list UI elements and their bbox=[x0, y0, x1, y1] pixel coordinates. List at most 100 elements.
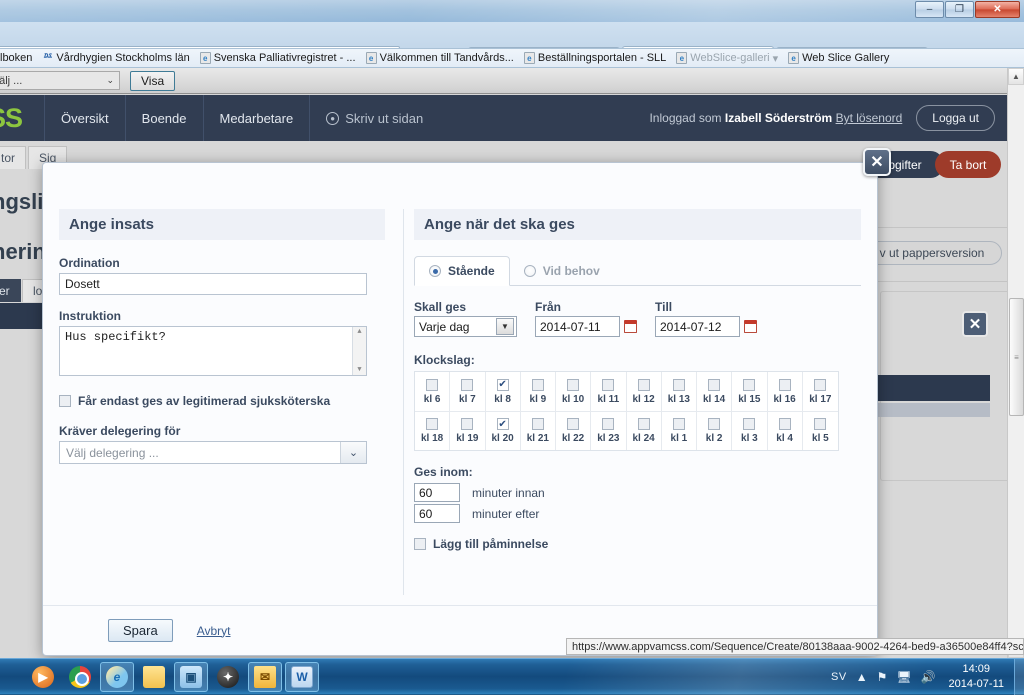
till-date-input[interactable] bbox=[655, 316, 740, 337]
klockslag-cell[interactable]: kl 18 bbox=[415, 411, 450, 450]
klockslag-checkbox[interactable] bbox=[779, 418, 791, 430]
minutes-before-input[interactable] bbox=[414, 483, 460, 502]
klockslag-checkbox[interactable] bbox=[673, 418, 685, 430]
klockslag-checkbox[interactable] bbox=[461, 418, 473, 430]
bg-tab-1[interactable]: tor bbox=[0, 146, 26, 169]
bg-close-icon[interactable]: ✕ bbox=[962, 311, 988, 337]
taskbar-compass-button[interactable]: ✦ bbox=[211, 662, 245, 692]
print-page-link[interactable]: ● Skriv ut sidan bbox=[309, 95, 439, 141]
scrollbar-thumb[interactable]: ≡ bbox=[1009, 298, 1024, 416]
klockslag-cell[interactable]: kl 4 bbox=[768, 411, 803, 450]
favorite-item[interactable]: 𝄉 Vårdhygien Stockholms län bbox=[37, 52, 194, 64]
klockslag-checkbox[interactable] bbox=[743, 379, 755, 391]
klockslag-cell[interactable]: kl 3 bbox=[732, 411, 767, 450]
delegering-select[interactable]: Välj delegering ... ⌄ bbox=[59, 441, 367, 464]
klockslag-cell[interactable]: kl 22 bbox=[556, 411, 591, 450]
klockslag-cell[interactable]: kl 15 bbox=[732, 372, 767, 411]
instruktion-textarea[interactable]: Hus specifikt? ▲ ▼ bbox=[59, 326, 367, 376]
klockslag-checkbox[interactable] bbox=[708, 379, 720, 391]
radio-vid-behov[interactable] bbox=[524, 265, 536, 277]
favorite-item[interactable]: e Svenska Palliativregistret - ... bbox=[195, 52, 361, 64]
tab-vid-behov[interactable]: Vid behov bbox=[510, 257, 614, 285]
clock[interactable]: 14:09 2014-07-11 bbox=[945, 662, 1004, 691]
nurse-only-checkbox[interactable] bbox=[59, 395, 71, 407]
klockslag-cell[interactable]: kl 24 bbox=[627, 411, 662, 450]
klockslag-cell[interactable]: kl 2 bbox=[697, 411, 732, 450]
favorite-item[interactable]: e Beställningsportalen - SLL bbox=[519, 52, 671, 64]
volume-icon[interactable]: 🔊 bbox=[921, 670, 936, 684]
taskbar-folder-button[interactable] bbox=[137, 662, 171, 692]
skall-ges-select[interactable]: Varje dag ▼ bbox=[414, 316, 517, 337]
klockslag-cell[interactable]: kl 1 bbox=[662, 411, 697, 450]
klockslag-checkbox[interactable] bbox=[814, 418, 826, 430]
taskbar-app-button[interactable]: ▣ bbox=[174, 662, 208, 692]
nav-item-oversikt[interactable]: Översikt bbox=[44, 95, 125, 141]
klockslag-checkbox[interactable] bbox=[602, 379, 614, 391]
klockslag-cell[interactable]: kl 11 bbox=[591, 372, 626, 411]
klockslag-checkbox[interactable] bbox=[567, 418, 579, 430]
logout-button[interactable]: Logga ut bbox=[916, 105, 995, 131]
toolbar-select[interactable]: 'älj ... ⌄ bbox=[0, 71, 120, 90]
ordination-input[interactable] bbox=[59, 273, 367, 295]
show-desktop-button[interactable] bbox=[1014, 659, 1024, 695]
flag-icon[interactable]: ⚑ bbox=[877, 670, 888, 684]
reminder-checkbox-row[interactable]: Lägg till påminnelse bbox=[414, 537, 861, 551]
klockslag-checkbox[interactable] bbox=[814, 379, 826, 391]
klockslag-checkbox[interactable] bbox=[602, 418, 614, 430]
calendar-icon[interactable] bbox=[624, 320, 637, 333]
chevron-down-icon[interactable]: ▾ bbox=[773, 52, 779, 65]
tab-staende[interactable]: Stående bbox=[414, 256, 510, 286]
show-button[interactable]: Visa bbox=[130, 71, 175, 91]
textarea-scrollbar[interactable]: ▲ ▼ bbox=[352, 327, 366, 375]
klockslag-checkbox[interactable] bbox=[743, 418, 755, 430]
taskbar-chrome-button[interactable] bbox=[63, 662, 97, 692]
klockslag-cell[interactable]: kl 9 bbox=[521, 372, 556, 411]
klockslag-cell[interactable]: kl 10 bbox=[556, 372, 591, 411]
klockslag-cell[interactable]: kl 12 bbox=[627, 372, 662, 411]
cancel-link[interactable]: Avbryt bbox=[197, 624, 231, 638]
favorite-item[interactable]: e Web Slice Gallery bbox=[783, 52, 894, 64]
taskbar-word-button[interactable]: W bbox=[285, 662, 319, 692]
klockslag-checkbox[interactable] bbox=[673, 379, 685, 391]
klockslag-checkbox[interactable] bbox=[532, 418, 544, 430]
klockslag-cell[interactable]: kl 13 bbox=[662, 372, 697, 411]
klockslag-checkbox[interactable]: ✔ bbox=[497, 379, 509, 391]
nurse-only-checkbox-row[interactable]: Får endast ges av legitimerad sjuksköter… bbox=[59, 394, 385, 408]
klockslag-cell[interactable]: kl 14 bbox=[697, 372, 732, 411]
klockslag-cell[interactable]: kl 16 bbox=[768, 372, 803, 411]
taskbar-outlook-button[interactable]: ✉ bbox=[248, 662, 282, 692]
bg-button-papper[interactable]: v ut pappersversion bbox=[862, 241, 1002, 265]
fran-date-input[interactable] bbox=[535, 316, 620, 337]
network-icon[interactable]: 🖥 bbox=[896, 670, 911, 684]
klockslag-checkbox[interactable]: ✔ bbox=[497, 418, 509, 430]
klockslag-cell[interactable]: ✔kl 8 bbox=[486, 372, 521, 411]
minimize-button[interactable]: – bbox=[915, 1, 944, 18]
klockslag-checkbox[interactable] bbox=[532, 379, 544, 391]
klockslag-cell[interactable]: kl 19 bbox=[450, 411, 485, 450]
page-scrollbar[interactable]: ▲ ≡ ▼ bbox=[1007, 68, 1024, 658]
klockslag-checkbox[interactable] bbox=[638, 418, 650, 430]
klockslag-checkbox[interactable] bbox=[426, 418, 438, 430]
language-indicator[interactable]: SV bbox=[831, 671, 847, 683]
scroll-up-icon[interactable]: ▲ bbox=[1008, 68, 1024, 85]
close-icon[interactable]: ✕ bbox=[863, 148, 891, 176]
klockslag-checkbox[interactable] bbox=[638, 379, 650, 391]
restore-button[interactable]: ❐ bbox=[945, 1, 974, 18]
minutes-after-input[interactable] bbox=[414, 504, 460, 523]
klockslag-checkbox[interactable] bbox=[567, 379, 579, 391]
klockslag-cell[interactable]: kl 6 bbox=[415, 372, 450, 411]
klockslag-cell[interactable]: kl 7 bbox=[450, 372, 485, 411]
change-password-link[interactable]: Byt lösenord bbox=[836, 111, 903, 125]
reminder-checkbox[interactable] bbox=[414, 538, 426, 550]
taskbar-media-player-button[interactable]: ▶ bbox=[26, 662, 60, 692]
favorite-item[interactable]: lboken bbox=[0, 52, 37, 64]
klockslag-cell[interactable]: kl 23 bbox=[591, 411, 626, 450]
radio-staende[interactable] bbox=[429, 265, 441, 277]
taskbar-internet-explorer-button[interactable]: e bbox=[100, 662, 134, 692]
klockslag-cell[interactable]: kl 5 bbox=[803, 411, 838, 450]
klockslag-checkbox[interactable] bbox=[426, 379, 438, 391]
favorite-item[interactable]: e Välkommen till Tandvårds... bbox=[361, 52, 519, 64]
close-window-button[interactable]: ✕ bbox=[975, 1, 1020, 18]
bg-button-ta-bort[interactable]: Ta bort bbox=[935, 151, 1001, 178]
calendar-icon[interactable] bbox=[744, 320, 757, 333]
